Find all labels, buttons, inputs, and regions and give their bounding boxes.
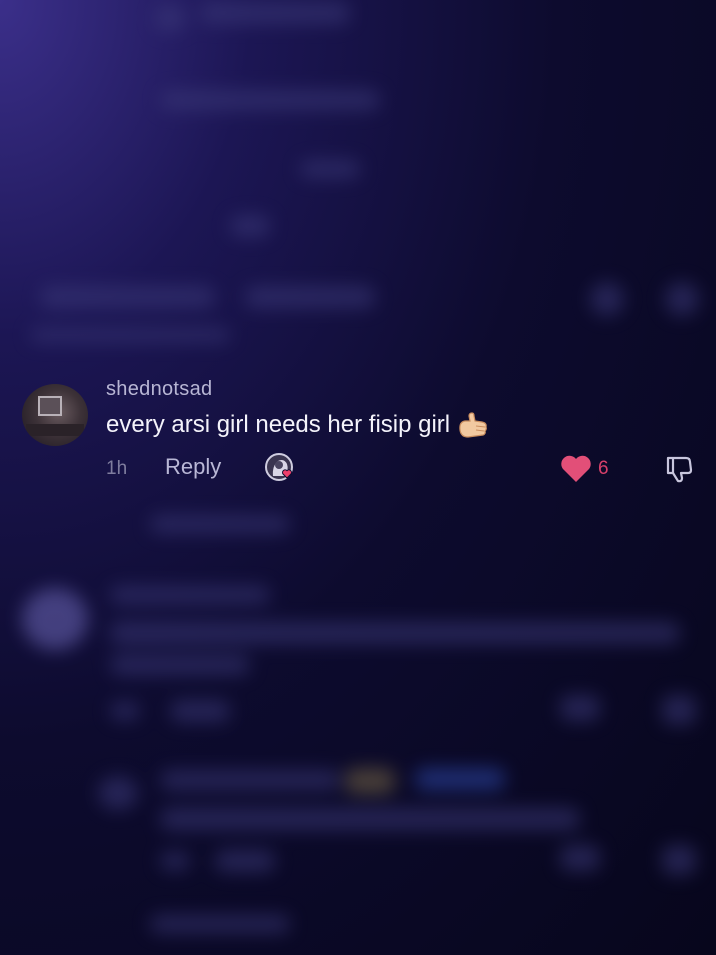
avatar-shelf [26,424,84,436]
reply-button[interactable]: Reply [165,454,221,480]
like-count: 6 [598,458,609,479]
call-me-hand-icon [456,410,490,440]
comment-username[interactable]: shednotsad [106,378,212,401]
comment-text: every arsi girl needs her fisip girl [106,411,451,438]
creator-liked-icon [264,452,298,486]
thumbs-down-icon[interactable] [662,452,696,486]
avatar-picture-frame [38,396,62,416]
comment-item: shednotsad every arsi girl needs her fis… [0,378,716,488]
user-avatar[interactable] [22,384,88,446]
comment-timestamp: 1h [106,458,128,479]
heart-icon[interactable] [560,455,592,483]
comment-text-row: every arsi girl needs her fisip girl [106,410,490,440]
